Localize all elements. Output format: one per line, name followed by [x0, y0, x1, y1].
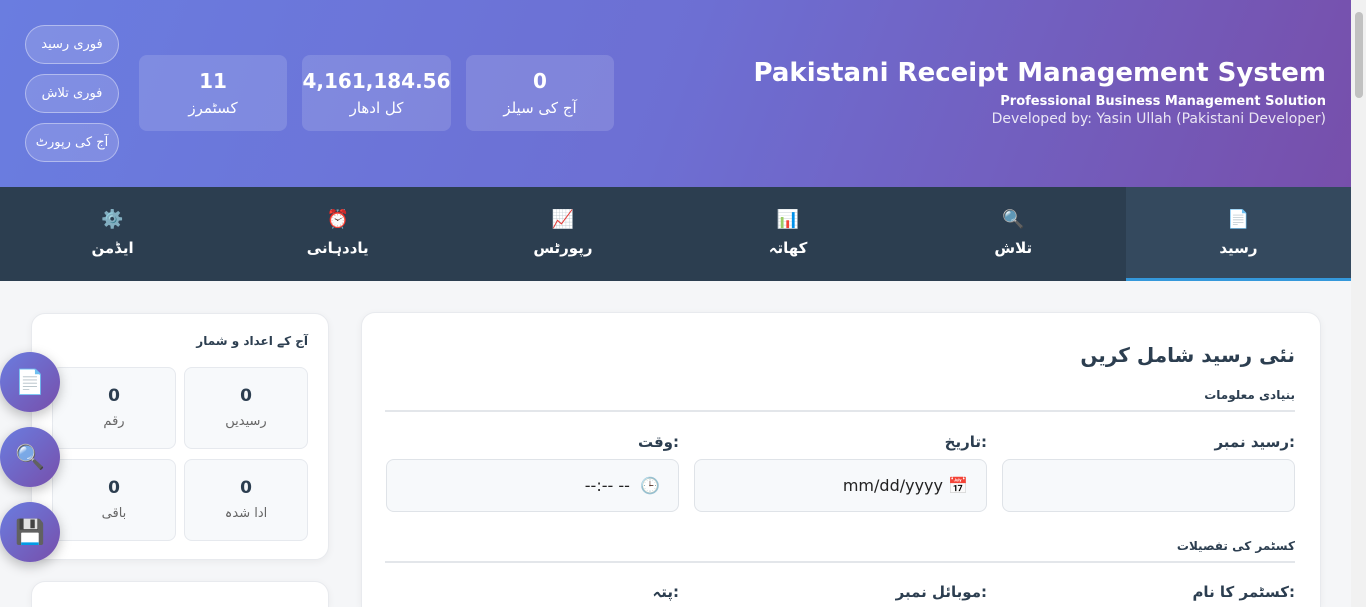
- app-title: Pakistani Receipt Management System: [753, 58, 1326, 88]
- time-label: وقت:: [637, 433, 679, 451]
- page: Pakistani Receipt Management System Prof…: [0, 0, 1352, 607]
- today-stats-title: آج کے اعداد و شمار: [196, 334, 308, 348]
- quick-receipt-button[interactable]: فوری رسید: [25, 25, 119, 64]
- tab-reports[interactable]: 📈 رپورٹس: [450, 187, 675, 281]
- stat-value: 0: [108, 386, 120, 406]
- stat-value: 4,161,184.56: [302, 69, 451, 93]
- receipt-no-input[interactable]: [1002, 459, 1295, 512]
- clock-icon[interactable]: 🕒: [640, 476, 660, 495]
- stat-customers: 11 کسٹمرز: [139, 55, 287, 131]
- page-scrollbar[interactable]: [1351, 0, 1366, 607]
- customer-name-label: کسٹمر کا نام:: [1192, 583, 1295, 601]
- fab-search[interactable]: 🔍: [0, 427, 60, 487]
- title-block: Pakistani Receipt Management System Prof…: [754, 58, 1326, 127]
- stat-label: رسیدیں: [225, 414, 267, 429]
- developer-credit: Developed by: Yasin Ullah (Pakistani Dev…: [991, 111, 1326, 127]
- quick-search-button[interactable]: فوری تلاش: [25, 74, 119, 113]
- tab-label: تلاش: [994, 239, 1033, 257]
- trend-chart-icon: 📈: [551, 209, 575, 230]
- date-input[interactable]: mm/dd/yyyy 📅: [694, 459, 987, 512]
- date-value: mm/dd/yyyy: [842, 476, 943, 495]
- stat-total-credit: 4,161,184.56 کل ادھار: [302, 55, 451, 131]
- time-value: --:-- --: [584, 476, 630, 495]
- search-icon: 🔍: [15, 443, 45, 471]
- section-customer-details: کسٹمر کی تفصیلات: [385, 539, 1295, 563]
- address-label: پتہ:: [652, 583, 679, 601]
- save-icon: 💾: [15, 518, 45, 546]
- app-subtitle: Professional Business Management Solutio…: [1000, 94, 1326, 109]
- tab-label: ایڈمن: [91, 239, 134, 257]
- search-icon: 🔍: [1002, 209, 1025, 230]
- tab-label: رپورٹس: [533, 239, 593, 257]
- tab-search[interactable]: 🔍 تلاش: [901, 187, 1126, 281]
- stat-today-sales: 0 آج کی سیلز: [466, 55, 614, 131]
- tab-label: یاددہانی: [306, 239, 369, 257]
- section-basic-info: بنیادی معلومات: [385, 388, 1295, 412]
- tab-reminders[interactable]: ⏰ یاددہانی: [225, 187, 450, 281]
- gear-icon: ⚙️: [101, 209, 124, 230]
- alarm-clock-icon: ⏰: [326, 209, 349, 230]
- stat-label: کسٹمرز: [188, 99, 238, 117]
- stat-receipts: 0 رسیدیں: [184, 367, 308, 449]
- stat-value: 0: [108, 478, 120, 498]
- time-input[interactable]: --:-- -- 🕒: [386, 459, 679, 512]
- app-header: Pakistani Receipt Management System Prof…: [0, 0, 1351, 187]
- stat-label: رقم: [103, 414, 125, 429]
- scrollbar-thumb[interactable]: [1355, 12, 1363, 98]
- stat-label: باقی: [101, 506, 127, 521]
- tab-admin[interactable]: ⚙️ ایڈمن: [0, 187, 225, 281]
- fab-save[interactable]: 💾: [0, 502, 60, 562]
- stat-amount: 0 رقم: [52, 367, 176, 449]
- document-icon: 📄: [15, 368, 45, 396]
- tab-ledger[interactable]: 📊 کھاتہ: [675, 187, 900, 281]
- tab-label: کھاتہ: [768, 239, 808, 257]
- stat-value: 0: [240, 478, 252, 498]
- today-report-button[interactable]: آج کی رپورٹ: [25, 123, 119, 162]
- tab-receipt[interactable]: 📄 رسید: [1125, 187, 1352, 281]
- document-icon: 📄: [1227, 209, 1250, 230]
- new-receipt-form: نئی رسید شامل کریں بنیادی معلومات رسید ن…: [361, 312, 1321, 607]
- bar-chart-icon: 📊: [776, 209, 800, 230]
- mobile-label: موبائل نمبر:: [895, 583, 987, 601]
- stat-value: 11: [199, 69, 227, 93]
- stat-paid: 0 ادا شدہ: [184, 459, 308, 541]
- stat-value: 0: [533, 69, 547, 93]
- stat-value: 0: [240, 386, 252, 406]
- today-stats-card: آج کے اعداد و شمار 0 رسیدیں 0 رقم 0 ادا شدہ…: [31, 313, 329, 560]
- stat-label: ادا شدہ: [224, 506, 268, 521]
- main-tabs: 📄 رسید 🔍 تلاش 📊 کھاتہ 📈 رپورٹس ⏰ یاددہانی ⚙️ ا…: [0, 187, 1352, 281]
- secondary-card: [31, 581, 329, 607]
- stat-remaining: 0 باقی: [52, 459, 176, 541]
- form-title: نئی رسید شامل کریں: [1080, 343, 1295, 367]
- stat-label: آج کی سیلز: [503, 99, 577, 117]
- fab-new-receipt[interactable]: 📄: [0, 352, 60, 412]
- date-label: تاریخ:: [944, 433, 987, 451]
- stat-label: کل ادھار: [349, 99, 404, 117]
- calendar-icon[interactable]: 📅: [948, 476, 968, 495]
- tab-label: رسید: [1219, 239, 1258, 257]
- receipt-no-label: رسید نمبر:: [1214, 433, 1295, 451]
